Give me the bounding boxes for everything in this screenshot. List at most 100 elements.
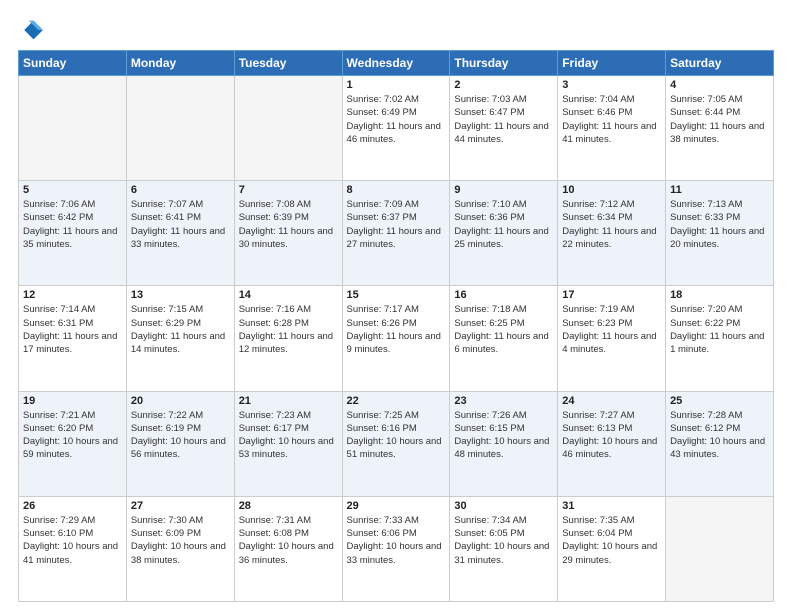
calendar-cell: 8Sunrise: 7:09 AM Sunset: 6:37 PM Daylig… (342, 181, 450, 286)
day-info: Sunrise: 7:16 AM Sunset: 6:28 PM Dayligh… (239, 303, 338, 356)
calendar-cell: 29 Sunrise: 7:33 AM Sunset: 6:06 PM Dayli… (342, 496, 450, 601)
day-info: Sunrise: 7:12 AM Sunset: 6:34 PM Dayligh… (562, 198, 661, 251)
calendar-cell: 2Sunrise: 7:03 AM Sunset: 6:47 PM Daylig… (450, 76, 558, 181)
day-info: Sunrise: 7:14 AM Sunset: 6:31 PM Dayligh… (23, 303, 122, 356)
calendar-cell: 10Sunrise: 7:12 AM Sunset: 6:34 PM Dayli… (558, 181, 666, 286)
calendar-header-tuesday: Tuesday (234, 51, 342, 76)
day-info: Sunrise: 7:06 AM Sunset: 6:42 PM Dayligh… (23, 198, 122, 251)
day-number: 27 (131, 500, 230, 512)
calendar-cell: 7 Sunrise: 7:08 AM Sunset: 6:39 PM Daylig… (234, 181, 342, 286)
calendar-cell: 13Sunrise: 7:15 AM Sunset: 6:29 PM Dayli… (126, 286, 234, 391)
day-number: 15 (347, 289, 446, 301)
day-number: 21 (239, 395, 338, 407)
day-number: 29 (347, 500, 446, 512)
day-number: 9 (454, 184, 553, 196)
calendar-cell: 19 Sunrise: 7:21 AM Sunset: 6:20 PM Dayli… (19, 391, 127, 496)
calendar-cell: 6 Sunrise: 7:07 AM Sunset: 6:41 PM Daylig… (126, 181, 234, 286)
calendar-cell: 23 Sunrise: 7:26 AM Sunset: 6:15 PM Dayli… (450, 391, 558, 496)
calendar-header-sunday: Sunday (19, 51, 127, 76)
calendar-cell: 22 Sunrise: 7:25 AM Sunset: 6:16 PM Dayli… (342, 391, 450, 496)
calendar-cell: 21Sunrise: 7:23 AM Sunset: 6:17 PM Dayli… (234, 391, 342, 496)
day-number: 8 (347, 184, 446, 196)
day-number: 23 (454, 395, 553, 407)
day-number: 1 (347, 79, 446, 91)
calendar-cell: 31 Sunrise: 7:35 AM Sunset: 6:04 PM Dayli… (558, 496, 666, 601)
calendar-week-3: 12 Sunrise: 7:14 AM Sunset: 6:31 PM Dayli… (19, 286, 774, 391)
day-number: 25 (670, 395, 769, 407)
day-number: 7 (239, 184, 338, 196)
calendar-header-wednesday: Wednesday (342, 51, 450, 76)
day-info: Sunrise: 7:19 AM Sunset: 6:23 PM Dayligh… (562, 303, 661, 356)
calendar-cell: 1 Sunrise: 7:02 AM Sunset: 6:49 PM Daylig… (342, 76, 450, 181)
calendar-cell: 5 Sunrise: 7:06 AM Sunset: 6:42 PM Daylig… (19, 181, 127, 286)
day-info: Sunrise: 7:07 AM Sunset: 6:41 PM Dayligh… (131, 198, 230, 251)
day-info: Sunrise: 7:29 AM Sunset: 6:10 PM Dayligh… (23, 514, 122, 567)
day-info: Sunrise: 7:27 AM Sunset: 6:13 PM Dayligh… (562, 409, 661, 462)
calendar-cell: 4 Sunrise: 7:05 AM Sunset: 6:44 PM Daylig… (666, 76, 774, 181)
day-number: 3 (562, 79, 661, 91)
calendar-week-1: 1 Sunrise: 7:02 AM Sunset: 6:49 PM Daylig… (19, 76, 774, 181)
calendar-header-monday: Monday (126, 51, 234, 76)
calendar-week-4: 19 Sunrise: 7:21 AM Sunset: 6:20 PM Dayli… (19, 391, 774, 496)
day-info: Sunrise: 7:03 AM Sunset: 6:47 PM Dayligh… (454, 93, 553, 146)
day-number: 26 (23, 500, 122, 512)
calendar-table: SundayMondayTuesdayWednesdayThursdayFrid… (18, 50, 774, 602)
day-info: Sunrise: 7:05 AM Sunset: 6:44 PM Dayligh… (670, 93, 769, 146)
calendar-cell: 3 Sunrise: 7:04 AM Sunset: 6:46 PM Daylig… (558, 76, 666, 181)
logo (18, 16, 50, 44)
calendar-cell: 11 Sunrise: 7:13 AM Sunset: 6:33 PM Dayli… (666, 181, 774, 286)
calendar-cell: 24 Sunrise: 7:27 AM Sunset: 6:13 PM Dayli… (558, 391, 666, 496)
calendar-cell: 26 Sunrise: 7:29 AM Sunset: 6:10 PM Dayli… (19, 496, 127, 601)
day-info: Sunrise: 7:25 AM Sunset: 6:16 PM Dayligh… (347, 409, 446, 462)
day-number: 28 (239, 500, 338, 512)
day-info: Sunrise: 7:33 AM Sunset: 6:06 PM Dayligh… (347, 514, 446, 567)
calendar-cell (234, 76, 342, 181)
calendar-cell: 28Sunrise: 7:31 AM Sunset: 6:08 PM Dayli… (234, 496, 342, 601)
day-info: Sunrise: 7:15 AM Sunset: 6:29 PM Dayligh… (131, 303, 230, 356)
calendar-cell: 12 Sunrise: 7:14 AM Sunset: 6:31 PM Dayli… (19, 286, 127, 391)
day-info: Sunrise: 7:18 AM Sunset: 6:25 PM Dayligh… (454, 303, 553, 356)
calendar-page: SundayMondayTuesdayWednesdayThursdayFrid… (0, 0, 792, 612)
calendar-cell: 14 Sunrise: 7:16 AM Sunset: 6:28 PM Dayli… (234, 286, 342, 391)
day-info: Sunrise: 7:08 AM Sunset: 6:39 PM Dayligh… (239, 198, 338, 251)
day-info: Sunrise: 7:30 AM Sunset: 6:09 PM Dayligh… (131, 514, 230, 567)
day-info: Sunrise: 7:13 AM Sunset: 6:33 PM Dayligh… (670, 198, 769, 251)
day-info: Sunrise: 7:21 AM Sunset: 6:20 PM Dayligh… (23, 409, 122, 462)
calendar-header-row: SundayMondayTuesdayWednesdayThursdayFrid… (19, 51, 774, 76)
calendar-cell (19, 76, 127, 181)
logo-icon (18, 16, 46, 44)
day-number: 12 (23, 289, 122, 301)
calendar-cell: 27 Sunrise: 7:30 AM Sunset: 6:09 PM Dayli… (126, 496, 234, 601)
calendar-header-saturday: Saturday (666, 51, 774, 76)
day-number: 11 (670, 184, 769, 196)
day-number: 30 (454, 500, 553, 512)
calendar-cell (666, 496, 774, 601)
day-info: Sunrise: 7:28 AM Sunset: 6:12 PM Dayligh… (670, 409, 769, 462)
day-number: 6 (131, 184, 230, 196)
calendar-cell (126, 76, 234, 181)
calendar-week-5: 26 Sunrise: 7:29 AM Sunset: 6:10 PM Dayli… (19, 496, 774, 601)
day-number: 14 (239, 289, 338, 301)
day-number: 4 (670, 79, 769, 91)
calendar-header-thursday: Thursday (450, 51, 558, 76)
calendar-header-friday: Friday (558, 51, 666, 76)
day-number: 5 (23, 184, 122, 196)
day-number: 24 (562, 395, 661, 407)
day-number: 17 (562, 289, 661, 301)
header (18, 16, 774, 44)
day-info: Sunrise: 7:02 AM Sunset: 6:49 PM Dayligh… (347, 93, 446, 146)
day-info: Sunrise: 7:34 AM Sunset: 6:05 PM Dayligh… (454, 514, 553, 567)
calendar-cell: 9 Sunrise: 7:10 AM Sunset: 6:36 PM Daylig… (450, 181, 558, 286)
day-number: 22 (347, 395, 446, 407)
calendar-cell: 25 Sunrise: 7:28 AM Sunset: 6:12 PM Dayli… (666, 391, 774, 496)
day-info: Sunrise: 7:22 AM Sunset: 6:19 PM Dayligh… (131, 409, 230, 462)
calendar-cell: 30 Sunrise: 7:34 AM Sunset: 6:05 PM Dayli… (450, 496, 558, 601)
day-number: 31 (562, 500, 661, 512)
day-number: 18 (670, 289, 769, 301)
day-info: Sunrise: 7:10 AM Sunset: 6:36 PM Dayligh… (454, 198, 553, 251)
day-info: Sunrise: 7:04 AM Sunset: 6:46 PM Dayligh… (562, 93, 661, 146)
day-info: Sunrise: 7:35 AM Sunset: 6:04 PM Dayligh… (562, 514, 661, 567)
day-number: 19 (23, 395, 122, 407)
day-info: Sunrise: 7:17 AM Sunset: 6:26 PM Dayligh… (347, 303, 446, 356)
day-info: Sunrise: 7:26 AM Sunset: 6:15 PM Dayligh… (454, 409, 553, 462)
